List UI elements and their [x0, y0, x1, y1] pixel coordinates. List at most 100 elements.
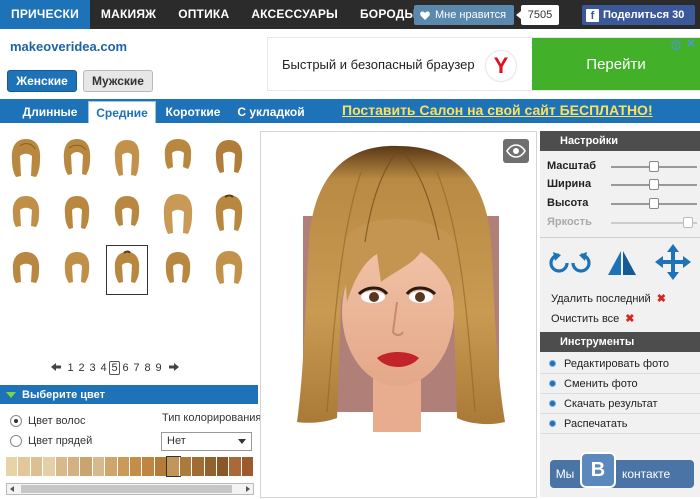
color-swatch[interactable]	[130, 457, 143, 476]
hairstyle-thumb[interactable]	[5, 133, 47, 183]
facebook-share-button[interactable]: f Поделиться 30	[582, 5, 695, 25]
hairstyle-thumb[interactable]	[56, 245, 98, 295]
nav-accessories[interactable]: АКСЕССУАРЫ	[240, 0, 349, 29]
color-swatch[interactable]	[216, 457, 230, 476]
strands-color-radio[interactable]	[10, 435, 22, 447]
scale-slider[interactable]: Масштаб	[547, 160, 697, 174]
clear-all-action[interactable]: Очистить все ✖	[551, 312, 635, 326]
hair-color-radio[interactable]	[10, 415, 22, 427]
nav-optics[interactable]: ОПТИКА	[167, 0, 240, 29]
rotate-left-icon[interactable]	[548, 251, 570, 275]
ad-close-icon[interactable]	[686, 38, 696, 51]
color-swatch[interactable]	[92, 457, 106, 476]
hairstyle-thumb[interactable]	[56, 189, 98, 239]
page-7[interactable]: 7	[131, 362, 142, 374]
color-swatch[interactable]	[18, 457, 31, 476]
coloring-type-select[interactable]: Нет	[161, 432, 252, 451]
color-swatch[interactable]	[241, 457, 255, 476]
tab-styled[interactable]: С укладкой	[230, 101, 312, 123]
brightness-slider[interactable]: Яркость	[547, 216, 697, 230]
slider-knob[interactable]	[649, 179, 659, 190]
color-swatch[interactable]	[43, 457, 56, 476]
page-9[interactable]: 9	[153, 362, 164, 374]
flip-icon[interactable]	[606, 249, 638, 277]
preview-photo[interactable]	[260, 131, 537, 498]
hairstyle-thumb[interactable]	[5, 189, 47, 239]
page-3[interactable]: 3	[87, 362, 98, 374]
scroll-left-icon[interactable]	[10, 486, 14, 492]
ad-banner[interactable]: Быстрый и безопасный браузер Y Перейти	[267, 37, 700, 91]
rotate-right-icon[interactable]	[570, 251, 592, 275]
color-swatch[interactable]	[30, 457, 44, 476]
color-section-header[interactable]: Выберите цвет	[0, 385, 258, 404]
prev-page-icon[interactable]	[50, 362, 61, 374]
color-swatch[interactable]	[204, 457, 217, 476]
color-swatch[interactable]	[179, 457, 193, 476]
site-logo[interactable]: makeoveridea.com	[10, 39, 127, 54]
color-swatch[interactable]	[80, 457, 93, 476]
print-item[interactable]: Распечатать	[540, 414, 700, 434]
like-count: 7505	[516, 5, 559, 25]
ad-info-icon[interactable]	[671, 40, 681, 50]
swatch-scrollbar[interactable]	[6, 483, 254, 495]
color-swatch[interactable]	[6, 457, 19, 476]
hairstyle-thumb[interactable]	[208, 245, 250, 295]
page-2[interactable]: 2	[76, 362, 87, 374]
color-swatch[interactable]	[229, 457, 242, 476]
vkontakte-button[interactable]: Мы B контакте	[550, 452, 694, 488]
scroll-thumb[interactable]	[21, 485, 232, 493]
page-6[interactable]: 6	[120, 362, 131, 374]
female-button[interactable]: Женские	[7, 70, 77, 92]
slider-knob[interactable]	[649, 198, 659, 209]
next-page-icon[interactable]	[168, 362, 179, 374]
page-1[interactable]: 1	[65, 362, 76, 374]
male-button[interactable]: Мужские	[83, 70, 153, 92]
delete-last-action[interactable]: Удалить последний ✖	[551, 292, 666, 306]
hairstyle-thumb[interactable]	[157, 245, 199, 295]
color-swatch[interactable]	[166, 456, 181, 477]
hairstyle-thumb[interactable]	[5, 245, 47, 295]
page-current[interactable]: 5	[109, 361, 120, 375]
scroll-right-icon[interactable]	[246, 486, 250, 492]
nav-makeup[interactable]: МАКИЯЖ	[90, 0, 167, 29]
hairstyle-thumb[interactable]	[106, 189, 148, 239]
color-swatch[interactable]	[68, 457, 81, 476]
strands-color-option[interactable]: Цвет прядей	[10, 435, 92, 447]
like-button[interactable]: Мне нравится	[414, 5, 515, 25]
move-icon[interactable]	[654, 243, 692, 281]
ad-text: Быстрый и безопасный браузер	[282, 57, 475, 72]
divider	[540, 237, 700, 238]
hairstyle-thumb[interactable]	[56, 133, 98, 183]
height-slider[interactable]: Высота	[547, 197, 697, 211]
delete-icon[interactable]: ✖	[657, 292, 666, 305]
clear-icon[interactable]: ✖	[625, 312, 634, 325]
color-swatch[interactable]	[192, 457, 205, 476]
page-8[interactable]: 8	[142, 362, 153, 374]
edit-photo-item[interactable]: Редактировать фото	[540, 354, 700, 374]
change-photo-item[interactable]: Сменить фото	[540, 374, 700, 394]
promo-link[interactable]: Поставить Салон на свой сайт БЕСПЛАТНО!	[342, 102, 653, 118]
page-4[interactable]: 4	[98, 362, 109, 374]
download-result-item[interactable]: Скачать результат	[540, 394, 700, 414]
slider-knob[interactable]	[649, 161, 659, 172]
tab-long[interactable]: Длинные	[14, 101, 86, 123]
color-swatch[interactable]	[105, 457, 118, 476]
toggle-view-button[interactable]	[503, 139, 529, 163]
color-swatch[interactable]	[55, 457, 69, 476]
hairstyle-thumb[interactable]	[106, 133, 148, 183]
hairstyle-thumb[interactable]	[157, 133, 199, 183]
color-swatch[interactable]	[154, 457, 168, 476]
hair-color-option[interactable]: Цвет волос	[10, 415, 85, 427]
tools-title: Инструменты	[540, 332, 700, 352]
slider-knob[interactable]	[683, 217, 694, 228]
hairstyle-thumb[interactable]	[157, 189, 199, 239]
hairstyle-thumb[interactable]	[208, 189, 250, 239]
tab-short[interactable]: Короткие	[160, 101, 226, 123]
width-slider[interactable]: Ширина	[547, 178, 697, 192]
color-swatch[interactable]	[117, 457, 131, 476]
tab-medium[interactable]: Средние	[88, 101, 156, 123]
hairstyle-thumb-selected[interactable]	[106, 245, 148, 295]
hairstyle-thumb[interactable]	[208, 133, 250, 183]
nav-hairstyles[interactable]: ПРИЧЕСКИ	[0, 0, 90, 29]
color-swatch[interactable]	[142, 457, 155, 476]
